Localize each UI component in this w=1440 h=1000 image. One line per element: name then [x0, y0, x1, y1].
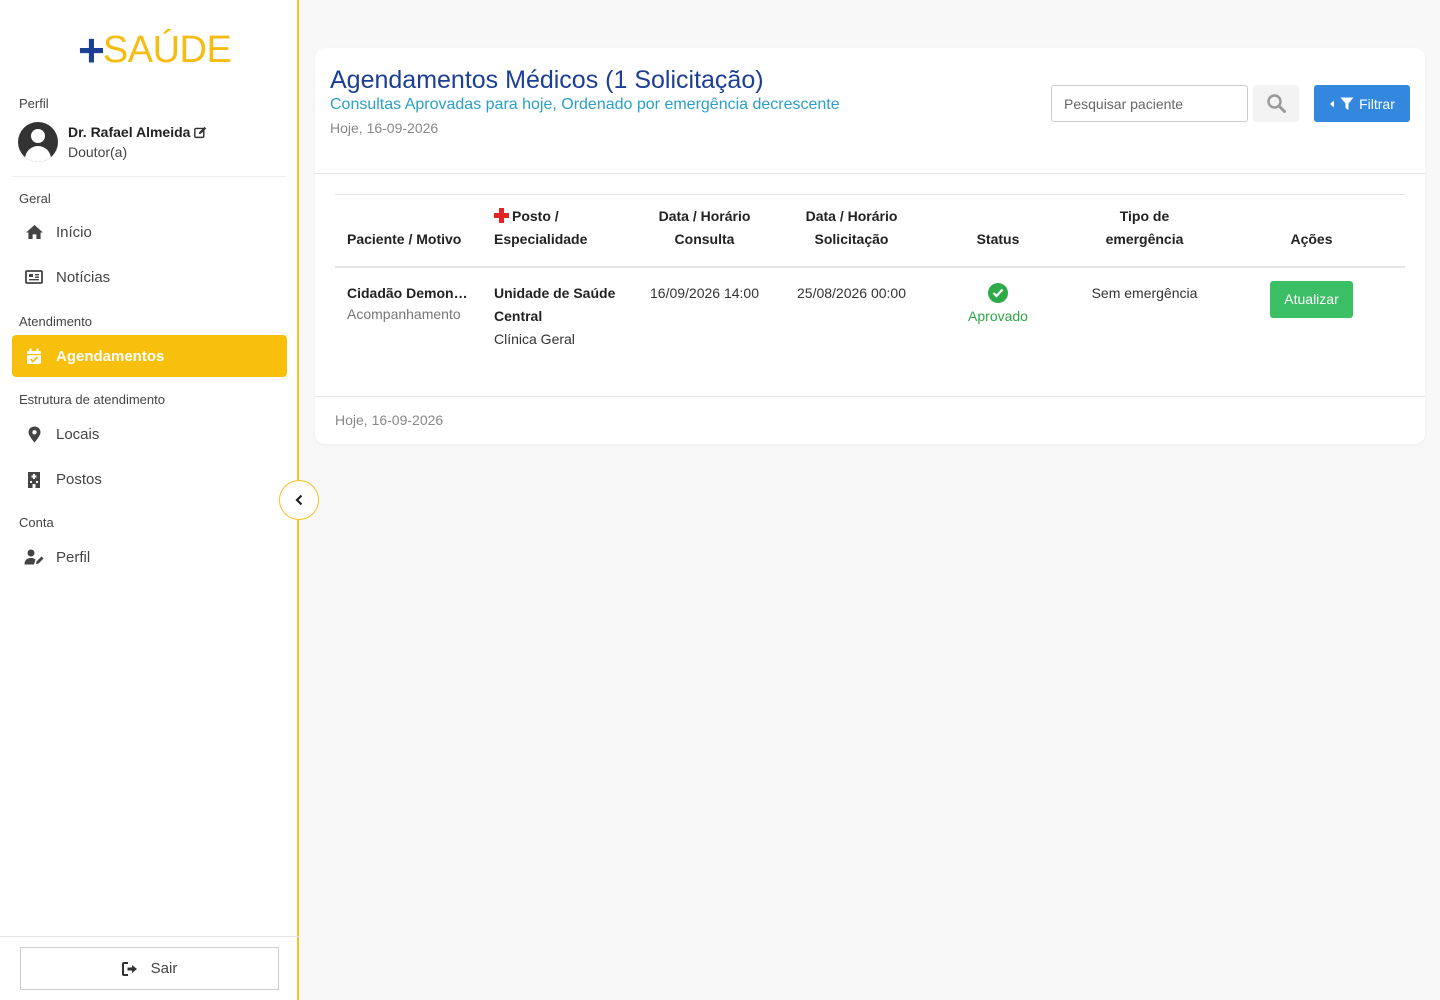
- header-divider: [315, 173, 1425, 174]
- section-label-geral: Geral: [19, 191, 51, 206]
- unit-name: Unidade de Saúde Central: [494, 285, 616, 324]
- chevron-left-icon: [295, 494, 303, 506]
- search-button[interactable]: [1253, 85, 1299, 122]
- page-subtitle: Consultas Aprovadas para hoje, Ordenado …: [330, 96, 840, 113]
- column-header-status[interactable]: Status: [925, 194, 1071, 268]
- column-header-request-date[interactable]: Data / Horário Solicitação: [778, 194, 925, 268]
- update-button[interactable]: Atualizar: [1270, 281, 1353, 318]
- sidebar-item-postos[interactable]: Postos: [12, 458, 287, 500]
- logo-word: SAÚDE: [102, 29, 232, 71]
- sidebar-item-label: Postos: [56, 470, 102, 488]
- logout-label: Sair: [150, 960, 178, 977]
- emergency-type: Sem emergência: [1091, 285, 1198, 301]
- sidebar-item-inicio[interactable]: Início: [12, 211, 287, 253]
- sidebar-item-noticias[interactable]: Notícias: [12, 256, 287, 298]
- sidebar: + SAÚDE Perfil Dr. Rafael Almeida Doutor…: [0, 0, 299, 1000]
- search-icon: [1266, 94, 1286, 113]
- user-profile: Dr. Rafael Almeida Doutor(a): [18, 122, 207, 162]
- sidebar-bottom-divider: [0, 936, 299, 937]
- map-pin-icon: [24, 425, 44, 443]
- sidebar-collapse-button[interactable]: [279, 480, 319, 520]
- header-date: Hoje, 16-09-2026: [330, 120, 439, 136]
- sidebar-item-label: Locais: [56, 425, 100, 443]
- footer-divider: [315, 396, 1425, 397]
- sidebar-divider: [12, 176, 287, 177]
- calendar-check-icon: [24, 347, 44, 365]
- sign-out-icon: [121, 961, 137, 976]
- footer-date: Hoje, 16-09-2026: [335, 412, 444, 428]
- column-header-actions: Ações: [1218, 194, 1405, 268]
- column-header-patient[interactable]: Paciente / Motivo: [335, 194, 482, 268]
- table-header-row: Paciente / Motivo Posto / Especialidade …: [335, 194, 1405, 268]
- patient-name: Cidadão Demonstração: [347, 285, 469, 301]
- red-cross-icon: [494, 208, 509, 223]
- edit-icon[interactable]: [194, 126, 207, 139]
- section-label-estrutura: Estrutura de atendimento: [19, 392, 165, 407]
- sidebar-item-label: Notícias: [56, 268, 111, 286]
- column-header-post[interactable]: Posto / Especialidade: [482, 194, 631, 268]
- specialty: Clínica Geral: [494, 331, 575, 347]
- patient-motive: Acompanhamento: [347, 306, 461, 322]
- newspaper-icon: [24, 268, 44, 286]
- page-title: Agendamentos Médicos (1 Solicitação): [330, 66, 764, 94]
- filter-button[interactable]: Filtrar: [1314, 85, 1410, 122]
- consult-datetime: 16/09/2026 14:00: [650, 285, 759, 301]
- check-circle-icon: [988, 283, 1008, 303]
- hospital-building-icon: [24, 470, 44, 488]
- filter-label: Filtrar: [1359, 95, 1395, 112]
- logout-button[interactable]: Sair: [20, 947, 279, 990]
- sidebar-item-label: Agendamentos: [56, 347, 165, 365]
- sidebar-item-label: Início: [56, 223, 92, 241]
- user-name: Dr. Rafael Almeida: [68, 124, 191, 140]
- sidebar-item-locais[interactable]: Locais: [12, 413, 287, 455]
- column-header-consult-date[interactable]: Data / Horário Consulta: [631, 194, 778, 268]
- appointments-card: Agendamentos Médicos (1 Solicitação) Con…: [315, 48, 1425, 444]
- logo-plus: +: [78, 24, 105, 76]
- filter-icon: [1340, 97, 1354, 110]
- request-datetime: 25/08/2026 00:00: [797, 285, 906, 301]
- appointments-table: Paciente / Motivo Posto / Especialidade …: [335, 194, 1405, 365]
- user-edit-icon: [24, 548, 44, 566]
- table-row[interactable]: Cidadão Demonstração Acompanhamento Unid…: [335, 267, 1405, 365]
- status-badge: Aprovado: [968, 308, 1028, 324]
- avatar-icon: [18, 122, 58, 162]
- sidebar-item-agendamentos[interactable]: Agendamentos: [12, 335, 287, 377]
- app-logo[interactable]: + SAÚDE: [78, 24, 232, 76]
- sidebar-item-label: Perfil: [56, 548, 91, 566]
- column-header-emergency[interactable]: Tipo de emergência: [1071, 194, 1218, 268]
- home-icon: [24, 223, 44, 241]
- section-label-atendimento: Atendimento: [19, 314, 92, 329]
- section-label-profile: Perfil: [19, 96, 49, 111]
- section-label-conta: Conta: [19, 515, 54, 530]
- caret-left-icon: [1330, 100, 1335, 107]
- sidebar-item-perfil[interactable]: Perfil: [12, 536, 287, 578]
- user-role: Doutor(a): [68, 144, 128, 160]
- search-input[interactable]: [1051, 85, 1248, 122]
